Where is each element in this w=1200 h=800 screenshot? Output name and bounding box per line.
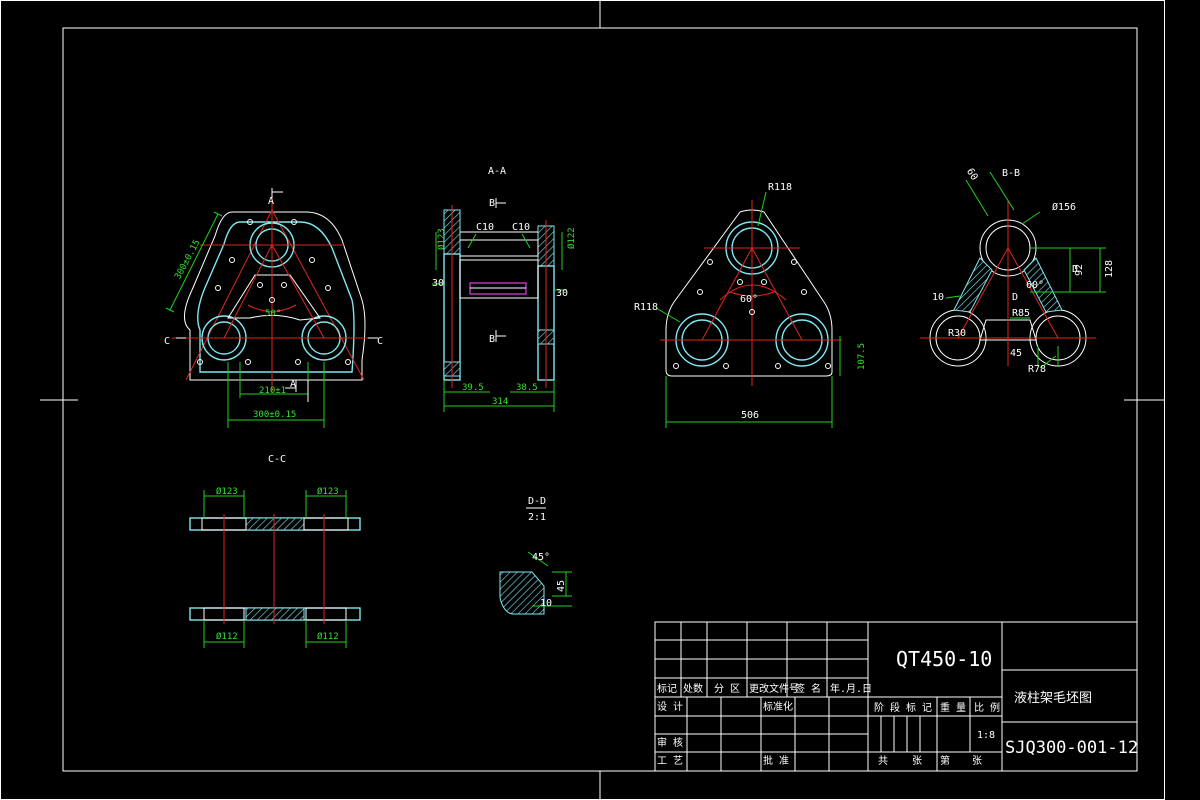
view-label-aa: A-A xyxy=(488,166,506,177)
tb-sheet-unit-b: 张 xyxy=(972,755,982,767)
part-name: 液柱架毛坯图 xyxy=(1014,691,1092,706)
view-label-dd-scale: 2:1 xyxy=(528,512,546,523)
section-mark-c-right: C xyxy=(377,336,383,347)
view-label-bb: B-B xyxy=(1002,168,1020,179)
blank-view xyxy=(655,191,842,428)
tb-label-designer: 设 计 xyxy=(657,700,683,713)
tb-label-sign: 签 名 xyxy=(795,682,821,695)
tb-label-standardization: 标准化 xyxy=(763,700,793,713)
dim-aa-c10-left: C10 xyxy=(476,222,494,233)
dim-mid-506: 506 xyxy=(741,410,759,421)
dim-bb-r30: R30 xyxy=(948,328,966,339)
dim-bb-60deg: 60° xyxy=(1026,280,1044,291)
dim-dd-10: 10 xyxy=(540,598,552,609)
dim-dd-45: 45 xyxy=(556,580,567,592)
dim-aa-dia-left: Ø123 xyxy=(436,228,447,250)
sheet-frame xyxy=(0,0,1165,800)
dim-cc-dia112-right: Ø112 xyxy=(317,631,339,642)
tb-label-process: 工 艺 xyxy=(657,755,683,767)
tb-label-mark: 标记 xyxy=(657,683,677,695)
dim-aa-c10-right: C10 xyxy=(512,222,530,233)
section-mark-c-left: C xyxy=(164,336,170,347)
tb-label-stage: 阶 段 标 记 xyxy=(874,701,932,714)
dim-bb-dia156: Ø156 xyxy=(1052,201,1076,213)
tb-sheet-total: 共 xyxy=(878,755,888,767)
dim-bb-128: 128 xyxy=(1104,260,1115,278)
dim-front-210: 210±1 xyxy=(259,386,286,396)
dim-mid-r118-top: R118 xyxy=(768,182,792,193)
dim-bb-r85: R85 xyxy=(1012,308,1030,319)
dim-aa-395: 39.5 xyxy=(462,383,484,393)
tb-label-zone: 分 区 xyxy=(714,683,740,695)
view-label-dd: D-D xyxy=(528,496,546,507)
section-aa-view xyxy=(432,198,566,412)
dim-bb-10: 10 xyxy=(932,292,944,303)
section-mark-d-bb: D xyxy=(1012,292,1018,303)
dim-aa-30-right: 30 xyxy=(556,288,568,299)
tb-label-count: 处数 xyxy=(683,682,703,695)
dim-cc-dia123-right: Ø123 xyxy=(317,486,339,497)
dim-mid-r118-left: R118 xyxy=(634,302,658,313)
tb-sheet-index: 第 xyxy=(940,754,950,767)
section-mark-b-bottom: B xyxy=(489,334,495,345)
dim-front-300: 300±0.15 xyxy=(253,410,296,420)
view-label-cc: C-C xyxy=(268,454,286,465)
dim-aa-314: 314 xyxy=(492,397,508,407)
material-label: QT450-10 xyxy=(896,647,992,671)
drawing-number: SJQ300-001-12 xyxy=(1005,738,1138,758)
dim-mid-105: 107.5 xyxy=(857,343,867,370)
cad-drawing-canvas[interactable]: 300±0.15 50° 210±1 300±0.15 A A C C A-A … xyxy=(0,0,1200,800)
section-mark-b-top: B xyxy=(489,198,495,209)
dim-dd-45deg: 45° xyxy=(532,552,550,563)
tb-label-approve: 批 准 xyxy=(763,754,789,767)
dim-bb-45: 45 xyxy=(1010,348,1022,359)
dim-cc-dia123-left: Ø123 xyxy=(216,486,238,497)
dim-mid-60: 60° xyxy=(740,294,758,305)
dim-aa-385: 38.5 xyxy=(516,383,538,393)
dim-cc-dia112-left: Ø112 xyxy=(216,631,238,642)
dim-aa-30-left: 30 xyxy=(432,278,444,289)
tb-sheet-unit-a: 张 xyxy=(912,755,922,767)
section-mark-d-bb-arrow: D xyxy=(1072,264,1078,275)
dim-aa-dia-right: Ø122 xyxy=(566,227,577,249)
section-mark-a-bottom: A xyxy=(290,379,296,390)
tb-label-weight: 重 量 xyxy=(940,701,966,714)
section-cc-view xyxy=(189,490,361,648)
tb-label-scale: 比 例 xyxy=(974,701,1000,714)
dim-front-angle: 50° xyxy=(265,309,281,319)
tb-label-review: 审 核 xyxy=(657,736,683,749)
scale-value: 1:8 xyxy=(977,730,995,741)
dim-bb-r78: R78 xyxy=(1028,364,1046,375)
tb-label-change-doc: 更改文件号 xyxy=(749,682,799,695)
section-mark-a-top: A xyxy=(268,196,274,207)
tb-label-date: 年.月.日 xyxy=(830,682,872,695)
